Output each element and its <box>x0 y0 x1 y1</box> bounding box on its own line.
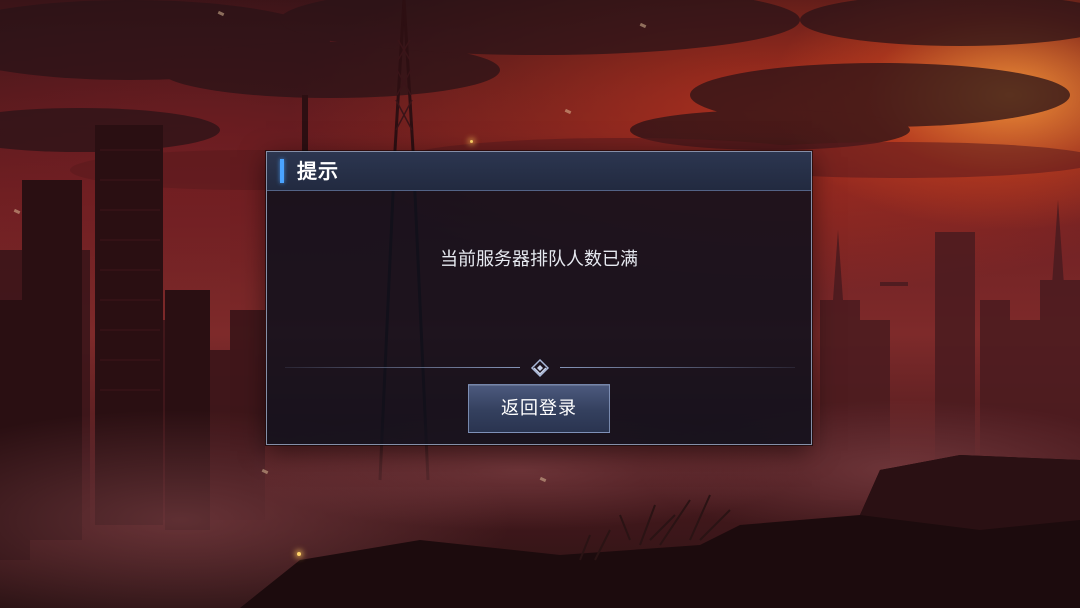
divider-line-right <box>560 367 795 368</box>
dialog-divider <box>285 357 795 379</box>
header-accent-bar <box>280 159 284 183</box>
diamond-divider-icon <box>530 358 550 378</box>
dialog-title: 提示 <box>297 159 339 183</box>
ember-particle <box>297 552 301 556</box>
return-to-login-button[interactable]: 返回登录 <box>468 384 610 433</box>
notice-dialog: 提示 当前服务器排队人数已满 返回登录 <box>266 151 812 445</box>
dialog-message: 当前服务器排队人数已满 <box>440 249 638 270</box>
ember-particle <box>470 140 473 143</box>
divider-line-left <box>285 367 520 368</box>
game-background: 提示 当前服务器排队人数已满 返回登录 <box>0 0 1080 608</box>
dialog-header: 提示 <box>267 152 811 191</box>
